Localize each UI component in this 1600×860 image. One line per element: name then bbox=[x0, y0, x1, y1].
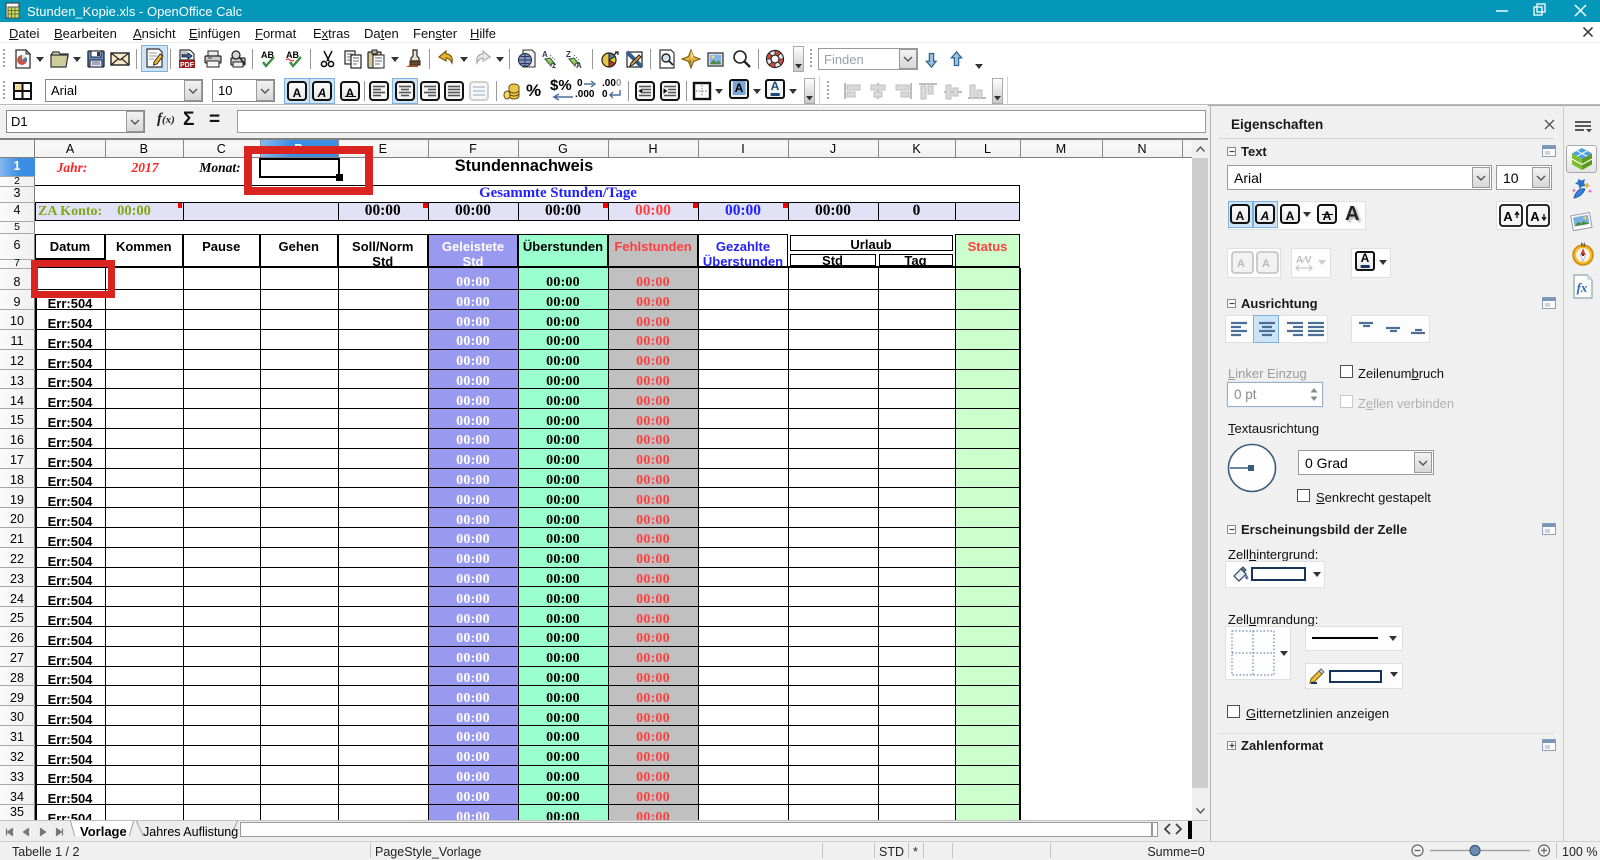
svg-text:A: A bbox=[542, 50, 548, 59]
svg-text:A: A bbox=[1237, 258, 1245, 270]
svg-text:A: A bbox=[1503, 209, 1513, 224]
svg-text:fx: fx bbox=[1577, 280, 1588, 295]
svg-text:A: A bbox=[1530, 209, 1540, 224]
svg-text:PDF: PDF bbox=[180, 62, 195, 69]
svg-text:N: N bbox=[1581, 243, 1585, 249]
svg-text:Z: Z bbox=[566, 50, 571, 59]
svg-text:A∕V: A∕V bbox=[1296, 255, 1312, 266]
svg-text:A: A bbox=[1262, 258, 1270, 270]
